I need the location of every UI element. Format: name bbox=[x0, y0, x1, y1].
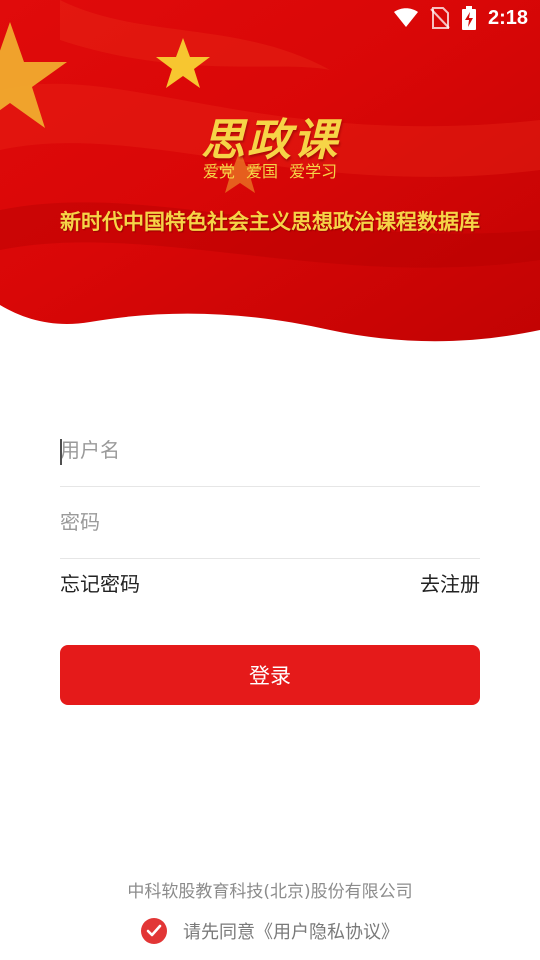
checkmark-icon bbox=[146, 924, 162, 937]
company-name: 中科软股教育科技(北京)股份有限公司 bbox=[127, 882, 413, 902]
battery-charging-icon bbox=[461, 6, 476, 30]
text-cursor bbox=[60, 439, 62, 465]
register-link[interactable]: 去注册 bbox=[420, 568, 480, 597]
privacy-agreement-link[interactable]: 请先同意《用户隐私协议》 bbox=[183, 918, 399, 944]
username-field[interactable] bbox=[60, 414, 480, 487]
password-input[interactable] bbox=[60, 486, 480, 558]
username-input[interactable] bbox=[60, 414, 480, 486]
no-sim-icon bbox=[430, 7, 450, 29]
privacy-agreement-row: 请先同意《用户隐私协议》 bbox=[0, 916, 540, 946]
brand-subtitle: 新时代中国特色社会主义思想政治课程数据库 bbox=[60, 209, 480, 234]
status-bar: 2:18 bbox=[0, 0, 540, 36]
brand-slogan: 爱党 爱国 爱学习 bbox=[202, 162, 338, 181]
account-links-row: 忘记密码 去注册 bbox=[60, 568, 480, 600]
agreement-checkbox[interactable] bbox=[141, 918, 167, 944]
wifi-icon bbox=[393, 8, 418, 27]
password-field[interactable] bbox=[60, 486, 480, 559]
status-time: 2:18 bbox=[487, 6, 528, 29]
forgot-password-link[interactable]: 忘记密码 bbox=[60, 568, 140, 597]
login-button[interactable]: 登录 bbox=[60, 645, 480, 705]
